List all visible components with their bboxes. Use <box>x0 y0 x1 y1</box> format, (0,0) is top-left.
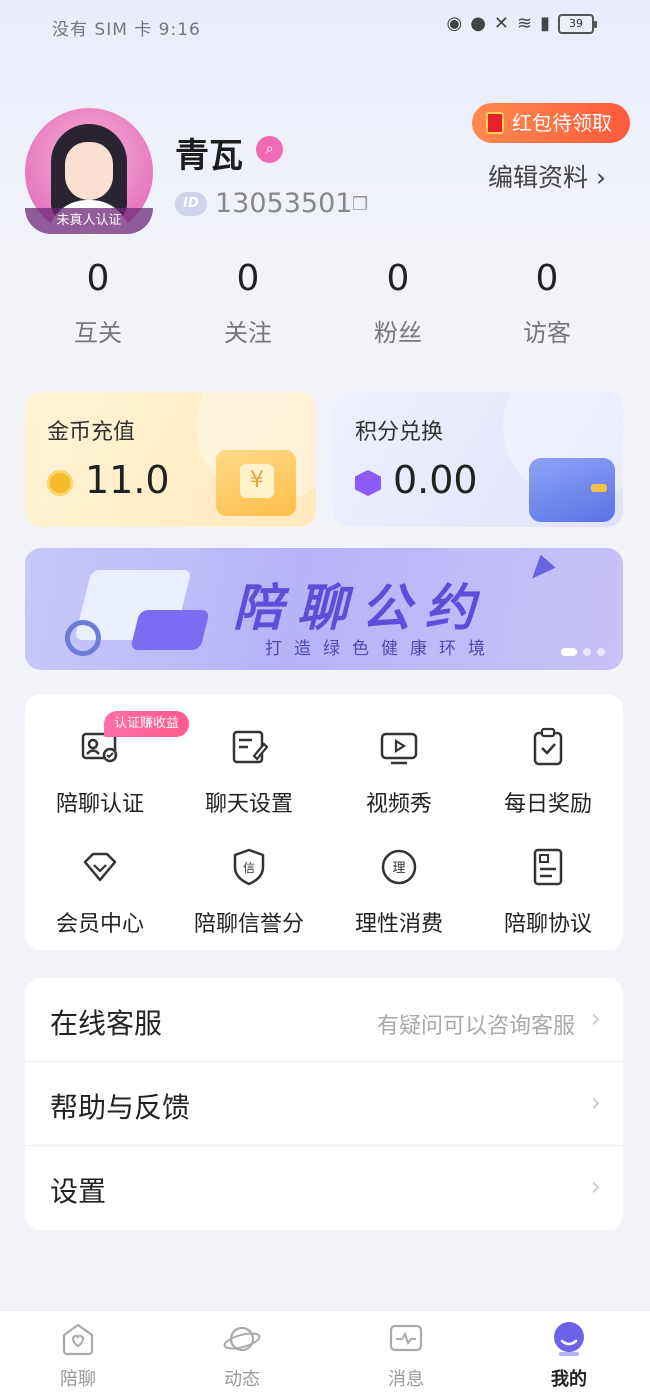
points-title: 积分兑换 <box>355 420 444 445</box>
carrier-time: 没有 SIM 卡 9:16 <box>52 20 201 40</box>
carousel-dot <box>561 648 577 656</box>
stat-label: 互关 <box>74 319 122 347</box>
user-id: 13053501 <box>215 188 353 219</box>
carousel-dots <box>561 648 605 656</box>
verification-badge[interactable]: 未真人认证 <box>25 208 153 234</box>
coin-icon <box>47 470 73 496</box>
document-icon <box>533 848 563 886</box>
nfc-icon: ● <box>470 13 486 34</box>
svg-text:信: 信 <box>243 861 255 875</box>
chevron-right-icon: › <box>590 1004 601 1034</box>
edit-profile-link[interactable]: 编辑资料 › <box>488 158 606 194</box>
grid-label: 会员中心 <box>55 912 144 937</box>
grid-item-rational-spending[interactable]: 理 理性消费 <box>324 814 474 937</box>
stat-label: 访客 <box>523 319 571 347</box>
grid-item-video-show[interactable]: 视频秀 <box>324 694 474 817</box>
stat-value: 0 <box>236 258 260 299</box>
shield-credit-icon: 信 <box>233 848 265 886</box>
banner-illustration <box>55 570 210 656</box>
grid-item-credit-score[interactable]: 信 陪聊信誉分 <box>174 814 324 937</box>
stat-mutual[interactable]: 0 互关 <box>23 258 173 348</box>
points-exchange-card[interactable]: 积分兑换 0.00 <box>333 392 623 527</box>
list-item-help-feedback[interactable]: 帮助与反馈 › <box>25 1062 623 1146</box>
stat-value: 0 <box>535 258 559 299</box>
status-icons: ◉ ● ✕ ≋ ▮ 39 <box>446 13 597 34</box>
message-icon <box>389 1324 423 1352</box>
clipboard-check-icon <box>533 727 563 766</box>
rational-icon: 理 <box>381 849 417 885</box>
stats-row: 0 互关 0 关注 0 粉丝 0 访客 <box>0 258 650 358</box>
bottom-tab-bar: 陪聊 动态 消息 我的 <box>0 1310 650 1398</box>
stat-visitors[interactable]: 0 访客 <box>472 258 622 348</box>
search-tag-icon: ⌕ <box>256 136 283 163</box>
tab-label: 动态 <box>224 1369 260 1390</box>
redpacket-button[interactable]: 红包待领取 <box>472 103 630 143</box>
list-item-hint: 有疑问可以咨询客服 <box>376 1014 575 1039</box>
stat-following[interactable]: 0 关注 <box>173 258 323 348</box>
tab-escort[interactable]: 陪聊 <box>33 1319 123 1391</box>
paper-plane-icon <box>524 551 556 579</box>
tab-messages[interactable]: 消息 <box>361 1319 451 1391</box>
battery-icon: 39 <box>558 14 597 34</box>
username: 青瓦 <box>175 136 243 176</box>
earn-badge: 认证赚收益 <box>104 711 190 737</box>
tab-mine[interactable]: 我的 <box>524 1319 614 1391</box>
banner-subtitle: 打造绿色健康环境 <box>265 639 497 659</box>
stat-label: 关注 <box>224 319 272 347</box>
svg-text:理: 理 <box>392 861 405 876</box>
grid-label: 理性消费 <box>354 912 443 937</box>
carousel-dot <box>583 648 591 656</box>
banner-headline: 陪聊公约 <box>233 579 489 637</box>
stat-label: 粉丝 <box>374 319 422 347</box>
tab-label: 我的 <box>551 1369 587 1390</box>
coins-amount: 11.0 <box>85 458 170 502</box>
profile-icon <box>554 1322 584 1356</box>
stat-fans[interactable]: 0 粉丝 <box>323 258 473 348</box>
video-play-icon <box>380 732 418 765</box>
eye-icon: ◉ <box>446 13 463 34</box>
heart-home-icon <box>62 1323 94 1356</box>
list-item-settings[interactable]: 设置 › <box>25 1146 623 1230</box>
coins-recharge-card[interactable]: 金币充值 11.0 <box>25 392 316 527</box>
list-item-title: 设置 <box>50 1175 107 1208</box>
promo-banner[interactable]: 陪聊公约 打造绿色健康环境 <box>25 548 623 670</box>
yuan-wallet-icon <box>216 450 296 516</box>
gem-icon <box>355 470 381 496</box>
carousel-dot <box>597 648 605 656</box>
points-amount: 0.00 <box>393 458 478 502</box>
list-item-title: 在线客服 <box>50 1007 163 1040</box>
grid-label: 陪聊信誉分 <box>193 912 304 937</box>
grid-item-vip-center[interactable]: 会员中心 <box>25 814 175 937</box>
stat-value: 0 <box>386 258 410 299</box>
status-bar: 没有 SIM 卡 9:16 ◉ ● ✕ ≋ ▮ 39 <box>0 0 650 52</box>
tab-moments[interactable]: 动态 <box>197 1319 287 1391</box>
planet-icon <box>223 1326 261 1352</box>
diamond-icon <box>83 852 117 882</box>
battery-saver-icon: ▮ <box>540 13 550 34</box>
list-item-online-service[interactable]: 在线客服 有疑问可以咨询客服 › <box>25 978 623 1062</box>
grid-item-chat-settings[interactable]: 聊天设置 <box>174 694 324 817</box>
mute-icon: ✕ <box>493 13 509 34</box>
stat-value: 0 <box>86 258 110 299</box>
chevron-right-icon: › <box>590 1088 601 1118</box>
redpacket-icon <box>486 112 504 134</box>
wallet-icon <box>529 458 615 522</box>
wifi-icon: ≋ <box>517 13 533 34</box>
tab-label: 消息 <box>388 1369 424 1390</box>
chevron-right-icon: › <box>590 1172 601 1202</box>
grid-item-escort-agreement[interactable]: 陪聊协议 <box>473 814 623 937</box>
copy-icon[interactable]: ❐ <box>352 194 374 216</box>
grid-item-daily-reward[interactable]: 每日奖励 <box>473 694 623 817</box>
edit-note-icon <box>232 730 269 764</box>
grid-label: 陪聊协议 <box>503 912 592 937</box>
id-tag-icon: ID <box>175 192 207 216</box>
redpacket-label: 红包待领取 <box>512 111 612 135</box>
list-item-title: 帮助与反馈 <box>50 1091 191 1124</box>
tab-label: 陪聊 <box>60 1369 96 1390</box>
settings-list: 在线客服 有疑问可以咨询客服 › 帮助与反馈 › 设置 › <box>25 978 623 1230</box>
coins-title: 金币充值 <box>47 420 136 445</box>
